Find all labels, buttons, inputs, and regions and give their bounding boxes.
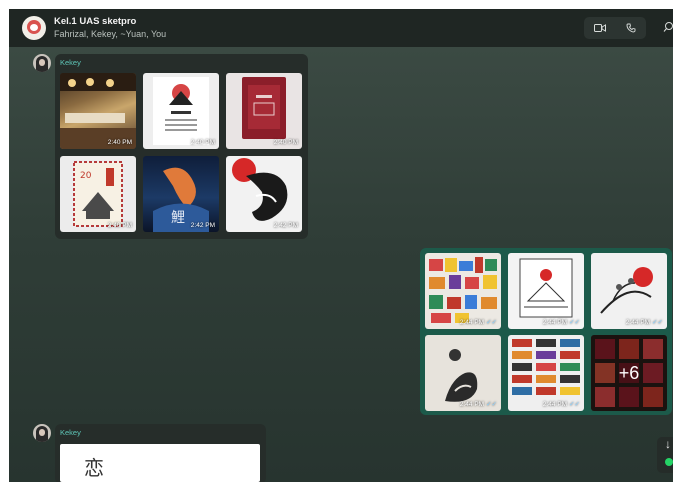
read-tick-icon: ✓✓: [652, 319, 663, 326]
sender-name[interactable]: Kekey: [60, 58, 81, 67]
read-tick-icon: ✓✓: [486, 319, 497, 326]
sender-avatar[interactable]: [33, 424, 51, 442]
dragon-image: [232, 158, 288, 221]
scroll-down-icon: ↓: [665, 437, 671, 451]
image-thumbnail[interactable]: 2:44 PM ✓✓: [508, 335, 584, 411]
time-text: 2:44 PM: [625, 319, 651, 326]
more-images-count: +6: [591, 335, 667, 411]
image-thumbnail[interactable]: 2:40 PM: [60, 73, 136, 149]
chat-title-block[interactable]: Kel.1 UAS sketpro Fahrizal, Kekey, ~Yuan…: [54, 15, 166, 41]
image-thumbnail[interactable]: 2:40 PM: [226, 73, 302, 149]
voice-call-button[interactable]: [615, 17, 646, 39]
image-thumbnail[interactable]: 2:44 PM ✓✓: [425, 253, 501, 329]
read-tick-icon: ✓✓: [486, 401, 497, 408]
video-call-button[interactable]: [584, 17, 615, 39]
time-text: 2:44 PM: [459, 401, 485, 408]
restaurant-image: [60, 73, 136, 149]
video-call-icon: [593, 24, 606, 32]
search-button[interactable]: [663, 20, 673, 38]
timestamp: 2:44 PM ✓✓: [460, 318, 497, 326]
time-text: 2:44 PM: [542, 319, 568, 326]
document-preview[interactable]: 恋: [60, 444, 260, 482]
timestamp: 2:42 PM: [190, 222, 215, 229]
call-buttons: [584, 17, 646, 39]
voice-call-icon: [626, 23, 635, 33]
group-name: Kel.1 UAS sketpro: [54, 16, 137, 27]
time-text: 2:44 PM: [542, 401, 568, 408]
image-thumbnail[interactable]: 2:44 PM ✓✓: [508, 253, 584, 329]
image-thumbnail[interactable]: 20 2:40 PM: [60, 156, 136, 232]
koi-image: 鯉: [153, 167, 209, 232]
image-thumbnail[interactable]: 2:44 PM ✓✓: [591, 253, 667, 329]
image-thumbnail[interactable]: 鯉 2:42 PM: [143, 156, 219, 232]
timestamp: 2:44 PM ✓✓: [460, 400, 497, 408]
timestamp: 2:40 PM: [107, 139, 132, 146]
stamp-image: 20: [73, 161, 123, 227]
svg-text:20: 20: [80, 171, 92, 181]
image-thumbnail-more[interactable]: +6: [591, 335, 667, 411]
unread-indicator: [665, 458, 673, 466]
read-tick-icon: ✓✓: [569, 319, 580, 326]
timestamp: 2:44 PM ✓✓: [543, 400, 580, 408]
svg-text:鯉: 鯉: [171, 210, 185, 226]
chat-window: Kel.1 UAS sketpro Fahrizal, Kekey, ~Yuan…: [9, 9, 673, 482]
group-avatar[interactable]: [22, 16, 46, 40]
read-tick-icon: ✓✓: [569, 401, 580, 408]
chat-header: Kel.1 UAS sketpro Fahrizal, Kekey, ~Yuan…: [9, 9, 673, 47]
ikigai-poster-image: [153, 77, 209, 145]
timestamp: 2:40 PM: [190, 139, 215, 146]
group-members: Fahrizal, Kekey, ~Yuan, You: [54, 29, 167, 39]
message-bubble: Kekey 2:40 PM 2:40 PM 2:40 PM 20 2:40 PM…: [55, 54, 308, 239]
scroll-down-button[interactable]: ↓: [657, 437, 673, 473]
search-icon: [663, 22, 673, 32]
timestamp: 2:40 PM: [107, 222, 132, 229]
image-thumbnail[interactable]: 2:42 PM: [226, 156, 302, 232]
sender-avatar[interactable]: [33, 54, 51, 72]
timestamp: 2:44 PM ✓✓: [626, 318, 663, 326]
document-glyph: 恋: [84, 456, 104, 480]
timestamp: 2:42 PM: [273, 222, 298, 229]
timestamp: 2:40 PM: [273, 139, 298, 146]
red-card-image: [242, 77, 286, 139]
image-thumbnail[interactable]: 2:44 PM ✓✓: [425, 335, 501, 411]
time-text: 2:44 PM: [459, 319, 485, 326]
timestamp: 2:44 PM ✓✓: [543, 318, 580, 326]
sent-album-bubble: 2:44 PM ✓✓ 2:44 PM ✓✓ 2:44 PM ✓✓ 2:44 PM ✓✓ …: [420, 248, 672, 415]
image-thumbnail[interactable]: 2:40 PM: [143, 73, 219, 149]
sender-name[interactable]: Kekey: [60, 428, 81, 437]
